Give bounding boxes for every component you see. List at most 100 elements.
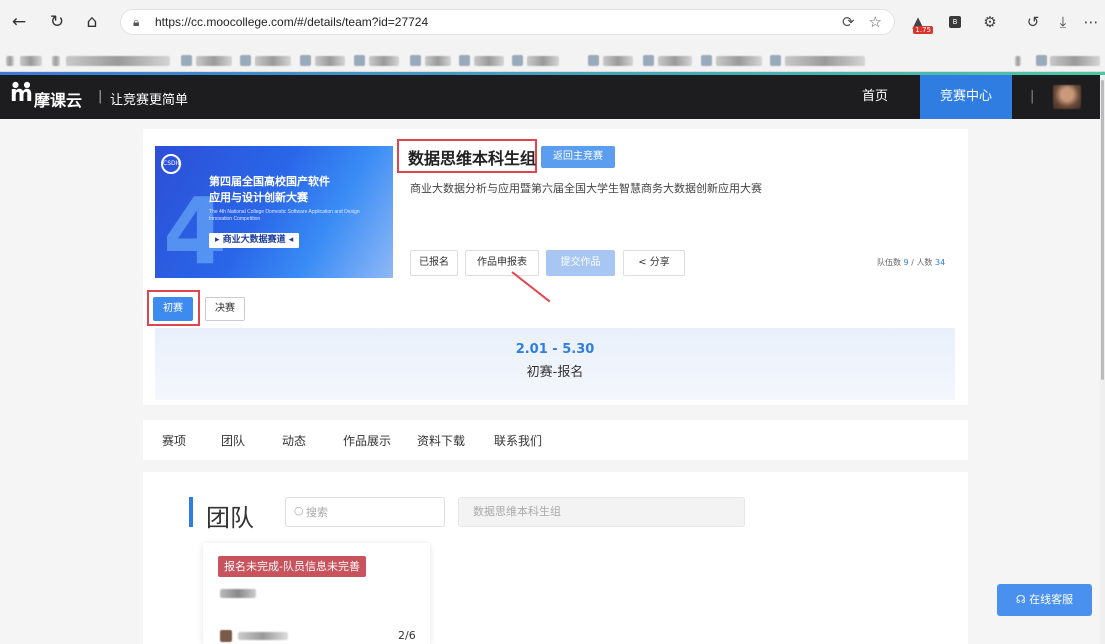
share-button[interactable]: < 分享 [623,250,685,276]
bookmark-item[interactable] [6,56,14,66]
tab-events[interactable]: 赛项 [162,432,186,449]
back-to-main-button[interactable]: 返回主竞赛 [541,146,615,168]
competition-banner: 4 CSDIC 第四届全国高校国产软件 应用与设计创新大赛 The 4th Na… [155,146,393,278]
user-avatar[interactable] [1053,85,1081,109]
online-service-button[interactable]: ☊ 在线客服 [997,584,1092,616]
home-icon[interactable]: ⌂ [79,9,105,35]
group-name-field: 数据思维本科生组 [458,497,745,527]
favorite-star-icon[interactable]: ☆ [869,13,882,31]
bookmark-item[interactable] [255,56,291,66]
history-icon[interactable]: ↺ [1020,9,1046,35]
bookmark-icon [770,55,781,66]
more-menu-icon[interactable]: ⋯ [1078,9,1104,35]
collections-icon[interactable]: ⚙ [977,9,1003,35]
search-box[interactable]: ○ [285,497,445,527]
url-text: https://cc.moocollege.com/#/details/team… [155,15,429,29]
tab-showcase[interactable]: 作品展示 [343,432,391,449]
bookmark-item[interactable] [20,56,42,66]
nav-divider: | [1030,89,1035,104]
bookmark-icon [354,55,365,66]
member-avatar [220,630,232,642]
competition-subtitle: 商业大数据分析与应用暨第六届全国大学生智慧商务大数据创新应用大赛 [410,182,762,195]
search-icon: ○ [294,504,304,517]
bookmark-item[interactable] [315,56,345,66]
site-header: ● ● m 摩课云 | 让竞赛更简单 首页 竞赛中心 | [0,75,1100,119]
heading-accent-bar [189,497,193,527]
extension-icon[interactable]: ▲ 1.75 [905,9,933,35]
banner-badge: CSDIC [161,154,182,174]
bookmark-item[interactable] [474,56,504,66]
tab-team[interactable]: 团队 [221,432,245,449]
tab-contact[interactable]: 联系我们 [494,432,542,449]
nav-home[interactable]: 首页 [838,75,912,119]
member-name-redacted [238,632,288,640]
nav-competition-center[interactable]: 竞赛中心 [920,75,1012,119]
logo-icon[interactable]: m [10,82,33,107]
member-count: 2/6 [398,629,416,642]
people-label: 人数 [916,258,933,267]
headset-icon: ☊ [1015,593,1030,606]
bookmark-item[interactable] [603,56,633,66]
timeline-panel: 2.01 - 5.30 初赛-报名 [155,328,955,400]
competition-title: 数据思维本科生组 [408,149,537,168]
browser-toolbar: ← ↻ ⌂ 🔒︎ https://cc.moocollege.com/#/det… [0,0,1105,50]
round-highlight-box [147,290,200,326]
teams-label: 队伍数 [877,258,901,267]
banner-title-line2: 应用与设计创新大赛 [209,191,308,204]
registered-button[interactable]: 已报名 [410,250,458,276]
bookmark-item[interactable] [1050,56,1100,66]
search-input[interactable] [306,502,436,522]
bookmark-icon [240,55,251,66]
team-name-redacted [220,589,256,598]
bookmark-item[interactable] [785,56,865,66]
bookmark-item[interactable] [716,56,762,66]
bookmark-item[interactable] [196,56,232,66]
bookmark-item[interactable] [66,56,170,66]
banner-title-line1: 第四届全国高校国产软件 [209,175,330,188]
stats-divider: / [911,258,914,267]
online-service-label: 在线客服 [1029,593,1074,606]
refresh-icon[interactable]: ↻ [44,9,70,35]
banner-track-tag: ▸ 商业大数据赛道 ◂ [209,233,300,248]
bookmark-icon [701,55,712,66]
teams-value: 9 [903,258,909,267]
team-stats: 队伍数 9 / 人数 34 [877,257,945,268]
logo-divider: | [98,89,103,104]
bookmark-icon [181,55,192,66]
bookmark-item[interactable] [527,56,559,66]
share-icon: < [638,257,650,268]
extension-badge: 1.75 [913,26,933,34]
bookmark-item[interactable] [369,56,399,66]
slogan: 让竞赛更简单 [110,93,189,108]
bookmark-icon [643,55,654,66]
downloads-icon[interactable]: ⤓ [1050,9,1076,35]
share-label: 分享 [649,257,670,268]
bookmark-icon [459,55,470,66]
reader-mode-icon[interactable]: ⟳ [842,13,855,31]
tab-downloads[interactable]: 资料下载 [417,432,465,449]
logo-text[interactable]: 摩课云 [34,87,82,111]
banner-english-title: The 4th National College Domestic Softwa… [209,209,360,222]
submit-work-button[interactable]: 提交作品 [546,250,615,276]
tab-news[interactable]: 动态 [282,432,306,449]
bookmark-icon [1036,55,1047,66]
section-tabs [143,420,968,460]
address-bar[interactable]: 🔒︎ https://cc.moocollege.com/#/details/t… [120,9,895,35]
team-heading: 团队 [206,504,254,532]
back-arrow-icon[interactable]: ← [6,9,32,35]
page-info-icon[interactable]: 🔒︎ [133,15,149,30]
bookmarks-bar [0,50,1105,72]
bookmark-item[interactable] [425,56,451,66]
bookmark-item[interactable] [658,56,692,66]
people-value: 34 [934,258,946,267]
extension-b-letter: B [949,16,961,28]
bookmark-item[interactable] [52,56,60,66]
extension-b-icon[interactable]: B [942,9,968,35]
application-form-button[interactable]: 作品申报表 [465,250,539,276]
bookmark-icon [512,55,523,66]
bookmark-item[interactable] [1015,56,1021,66]
round-tab-final[interactable]: 决赛 [205,297,245,321]
timeline-date: 2.01 - 5.30 [515,342,595,357]
scrollbar-thumb[interactable] [1101,80,1104,380]
bookmark-icon [300,55,311,66]
